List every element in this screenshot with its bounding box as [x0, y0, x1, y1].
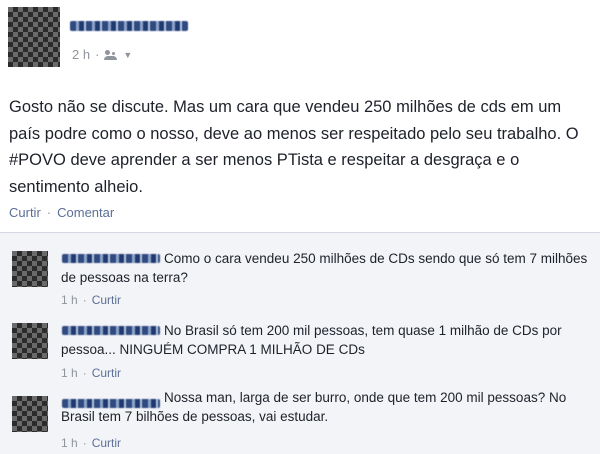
comment-time[interactable]: 1 h [61, 436, 78, 450]
comment-text: Como o cara vendeu 250 milhões de CDs se… [61, 251, 588, 285]
commenter-avatar[interactable] [12, 323, 48, 359]
comment-meta-separator: · [82, 436, 87, 450]
post-text: Gosto não se discute. Mas um cara que ve… [9, 98, 579, 196]
post-actions: Curtir · Comentar [9, 205, 114, 220]
author-name-blurred[interactable] [70, 21, 188, 31]
comment-text: No Brasil só tem 200 mil pessoas, tem qu… [61, 323, 562, 357]
actions-separator: · [46, 205, 52, 220]
comment-meta: 1 h · Curtir [61, 436, 121, 450]
comment-like-link[interactable]: Curtir [92, 293, 121, 307]
commenter-avatar[interactable] [12, 396, 48, 432]
comment-meta-separator: · [82, 366, 87, 380]
meta-dot: · [95, 47, 100, 62]
comment-like-link[interactable]: Curtir [92, 366, 121, 380]
comment-link[interactable]: Comentar [57, 205, 114, 220]
comment-like-link[interactable]: Curtir [92, 436, 121, 450]
chevron-down-icon[interactable]: ▼ [123, 50, 132, 60]
comments-section: Como o cara vendeu 250 milhões de CDs se… [0, 232, 600, 454]
comment-time[interactable]: 1 h [61, 366, 78, 380]
friends-icon[interactable] [104, 49, 118, 60]
author-avatar[interactable] [8, 7, 60, 67]
comment-time[interactable]: 1 h [61, 293, 78, 307]
post-meta: 2 h · ▼ [72, 47, 132, 62]
comment-text: Nossa man, larga de ser burro, onde que … [61, 390, 567, 424]
comment-meta: 1 h · Curtir [61, 366, 121, 380]
comment-meta-separator: · [82, 293, 87, 307]
post: 2 h · ▼ Gosto não se discute. Mas um car… [0, 0, 600, 232]
comment-meta: 1 h · Curtir [61, 293, 121, 307]
like-link[interactable]: Curtir [9, 205, 41, 220]
post-time[interactable]: 2 h [72, 47, 90, 62]
commenter-avatar[interactable] [12, 251, 48, 287]
